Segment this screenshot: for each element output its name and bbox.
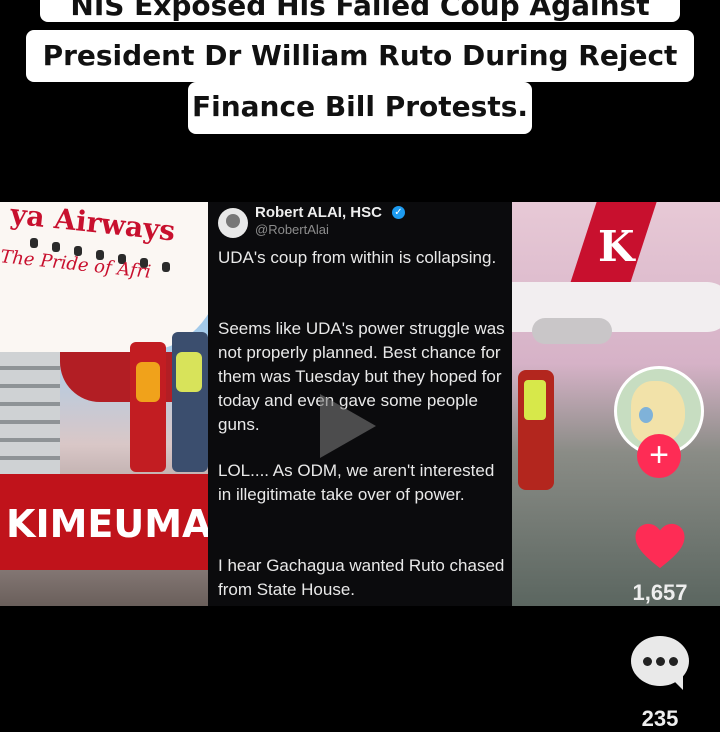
verified-badge-icon: ✓ — [392, 206, 405, 219]
tweet-avatar — [218, 208, 248, 238]
tail-logo: K — [598, 222, 635, 271]
play-icon[interactable] — [320, 394, 376, 458]
plane-window — [162, 262, 170, 272]
like-heart-icon[interactable] — [632, 518, 688, 574]
headline-line-1: NIS Exposed His Failed Coup Against — [40, 0, 680, 22]
plane-window — [30, 238, 38, 248]
tweet-paragraph: LOL.... As ODM, we aren't interested in … — [218, 461, 495, 504]
left-video-panel: ya Airways The Pride of Afri KIMEUMA — [0, 202, 208, 606]
comment-count: 235 — [641, 706, 679, 731]
airplane-engine — [532, 318, 612, 344]
map-lake-shape — [639, 407, 653, 423]
comment-dot — [669, 657, 678, 666]
banner-text: KIMEUMA — [6, 502, 208, 546]
headline-line-2: President Dr William Ruto During Reject — [26, 30, 694, 82]
tweet-author-handle: @RobertAlai — [255, 222, 329, 237]
crew-vest — [136, 362, 160, 402]
comment-icon[interactable] — [631, 636, 689, 690]
crew-vest — [176, 352, 202, 392]
tweet-paragraph: UDA's coup from within is collapsing. — [218, 248, 497, 267]
comment-dot — [643, 657, 652, 666]
plane-window — [52, 242, 60, 252]
crew-vest — [524, 380, 546, 420]
like-count: 1,657 — [632, 580, 688, 605]
tweet-screenshot: Robert ALAI, HSC ✓ @RobertAlai UDA's cou… — [208, 202, 512, 606]
tweet-author-name: Robert ALAI, HSC — [255, 204, 382, 221]
headline-line-3: Finance Bill Protests. — [188, 82, 532, 134]
tweet-paragraph: I hear Gachagua wanted Ruto chased from … — [218, 556, 505, 599]
comment-dot — [656, 657, 665, 666]
follow-button[interactable]: + — [637, 434, 681, 478]
